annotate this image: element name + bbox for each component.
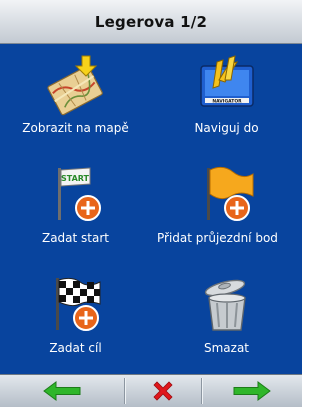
navigator-icon: NAVIGATOR [195, 52, 259, 116]
menu-item-show-on-map[interactable]: Zobrazit na mapě [0, 44, 151, 154]
menu-item-label: Smazat [203, 341, 250, 355]
svg-text:NAVIGATOR: NAVIGATOR [212, 98, 242, 104]
bottom-toolbar [0, 374, 302, 407]
waypoint-flag-icon [195, 162, 259, 226]
back-button[interactable] [0, 375, 124, 407]
checkered-flag-icon [44, 272, 108, 336]
arrow-right-icon [233, 381, 271, 401]
start-flag-icon: START [44, 162, 108, 226]
cancel-button[interactable] [125, 375, 201, 407]
menu-item-set-start[interactable]: START Zadat start [0, 154, 151, 264]
screen: Legerova 1/2 Zobrazit na mapě NAVIGATOR … [0, 0, 302, 407]
trash-can-icon [195, 272, 259, 336]
title-bar: Legerova 1/2 [0, 0, 302, 44]
menu-item-label: Přidat průjezdní bod [157, 231, 278, 245]
menu-item-label: Zadat cíl [49, 341, 102, 355]
svg-text:START: START [60, 174, 89, 183]
arrow-left-icon [43, 381, 81, 401]
map-with-arrow-icon [44, 52, 108, 116]
menu-item-set-destination[interactable]: Zadat cíl [0, 264, 151, 374]
menu-item-navigate-to[interactable]: NAVIGATOR Naviguj do [151, 44, 302, 154]
menu-item-delete[interactable]: Smazat [151, 264, 302, 374]
menu-item-add-waypoint[interactable]: Přidat průjezdní bod [151, 154, 302, 264]
next-button[interactable] [202, 375, 302, 407]
menu-item-label: Zadat start [41, 231, 109, 245]
menu-grid: Zobrazit na mapě NAVIGATOR Naviguj do ST… [0, 44, 302, 374]
menu-item-label: Naviguj do [194, 121, 259, 135]
menu-item-label: Zobrazit na mapě [22, 121, 129, 135]
page-title: Legerova 1/2 [94, 12, 208, 31]
close-icon [153, 381, 173, 401]
